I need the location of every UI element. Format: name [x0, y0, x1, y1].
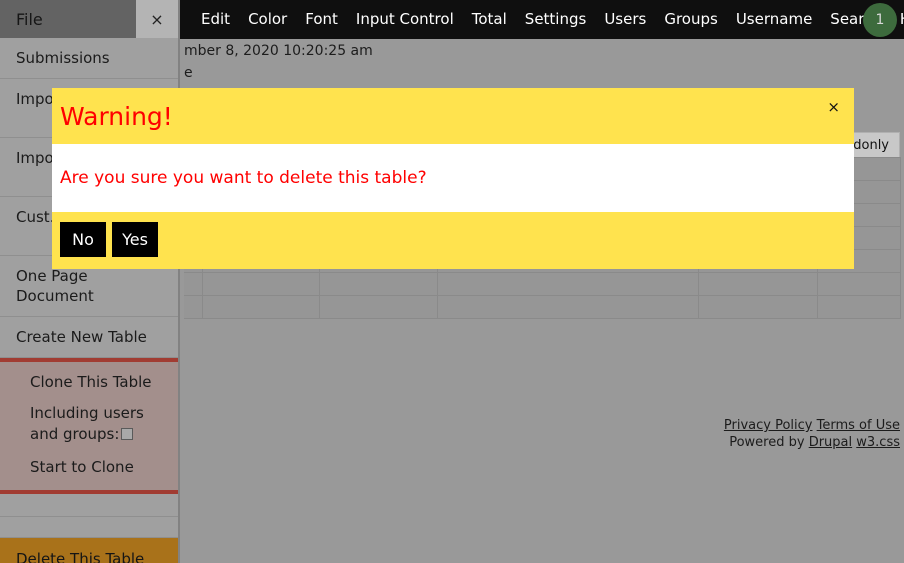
- cell-name[interactable]: [202, 272, 320, 296]
- cell-extra-2[interactable]: [817, 272, 901, 296]
- cell-extra-1[interactable]: [698, 295, 818, 319]
- nav-groups[interactable]: Groups: [655, 8, 726, 31]
- warning-dialog-message: Are you sure you want to delete this tab…: [60, 168, 427, 188]
- warning-dialog-body: Are you sure you want to delete this tab…: [52, 144, 854, 212]
- page-subline: e: [184, 65, 193, 81]
- footer-powered-line: Powered by Drupal w3.css: [724, 434, 900, 451]
- sidebar-header: File ×: [0, 0, 178, 38]
- delete-this-table-button[interactable]: Delete This Table: [0, 538, 178, 563]
- including-users-groups-label: Including users and groups:: [30, 403, 164, 445]
- powered-by-label: Powered by: [729, 435, 805, 450]
- clone-this-table-button[interactable]: Clone This Table: [30, 372, 164, 393]
- nav-users[interactable]: Users: [595, 8, 655, 31]
- close-icon[interactable]: ×: [136, 0, 178, 38]
- no-button[interactable]: No: [60, 222, 106, 257]
- nav-edit[interactable]: Edit: [192, 8, 239, 31]
- nav-items-container: Edit Color Font Input Control Total Settings U…: [192, 8, 904, 31]
- notification-badge[interactable]: 1: [863, 2, 897, 37]
- cell-country[interactable]: [319, 272, 438, 296]
- close-icon[interactable]: ×: [827, 100, 840, 115]
- yes-button[interactable]: Yes: [112, 222, 158, 257]
- cell-extra-2[interactable]: [817, 295, 901, 319]
- clone-table-section: Clone This Table Including users and gro…: [0, 358, 178, 494]
- warning-dialog-header: Warning! ×: [52, 88, 854, 144]
- warning-dialog-title: Warning!: [60, 101, 173, 131]
- cell-country[interactable]: [319, 295, 438, 319]
- top-navigation-bar: Edit Color Font Input Control Total Settings U…: [180, 0, 904, 39]
- table-row[interactable]: [184, 272, 901, 296]
- nav-settings[interactable]: Settings: [516, 8, 596, 31]
- table-row[interactable]: [184, 295, 901, 319]
- warning-dialog-footer: No Yes: [52, 212, 854, 269]
- sidebar-item-submissions[interactable]: Submissions: [0, 38, 178, 79]
- row-gutter-cell[interactable]: [184, 272, 203, 296]
- footer-legal-line: Privacy Policy Terms of Use: [724, 417, 900, 434]
- cell-name[interactable]: [202, 295, 320, 319]
- nav-username[interactable]: Username: [727, 8, 821, 31]
- cell-description[interactable]: [437, 295, 699, 319]
- include-users-groups-checkbox[interactable]: [121, 428, 134, 440]
- privacy-policy-link[interactable]: Privacy Policy: [724, 418, 813, 433]
- sidebar-spacer-2: [0, 517, 178, 538]
- terms-of-use-link[interactable]: Terms of Use: [817, 418, 900, 433]
- nav-font[interactable]: Font: [296, 8, 347, 31]
- file-menu-sidebar: File × SubmissionsImpo… Grou…Impo… Shar……: [0, 0, 180, 563]
- w3css-link[interactable]: w3.css: [856, 435, 900, 450]
- sidebar-title: File: [0, 0, 136, 38]
- nav-total[interactable]: Total: [463, 8, 516, 31]
- row-gutter-cell[interactable]: [184, 295, 203, 319]
- cell-description[interactable]: [437, 272, 699, 296]
- sidebar-item-create-new-table[interactable]: Create New Table: [0, 317, 178, 358]
- datestamp: mber 8, 2020 10:20:25 am: [184, 43, 373, 59]
- cell-extra-1[interactable]: [698, 272, 818, 296]
- page-footer: Privacy Policy Terms of Use Powered by D…: [724, 417, 900, 451]
- start-to-clone-button[interactable]: Start to Clone: [30, 457, 164, 478]
- app-root: mber 8, 2020 10:20:25 am e donly Roland …: [0, 0, 904, 563]
- nav-color[interactable]: Color: [239, 8, 296, 31]
- nav-input-control[interactable]: Input Control: [347, 8, 463, 31]
- sidebar-spacer-1: [0, 494, 178, 517]
- warning-dialog: Warning! × Are you sure you want to dele…: [52, 88, 854, 269]
- drupal-link[interactable]: Drupal: [809, 435, 852, 450]
